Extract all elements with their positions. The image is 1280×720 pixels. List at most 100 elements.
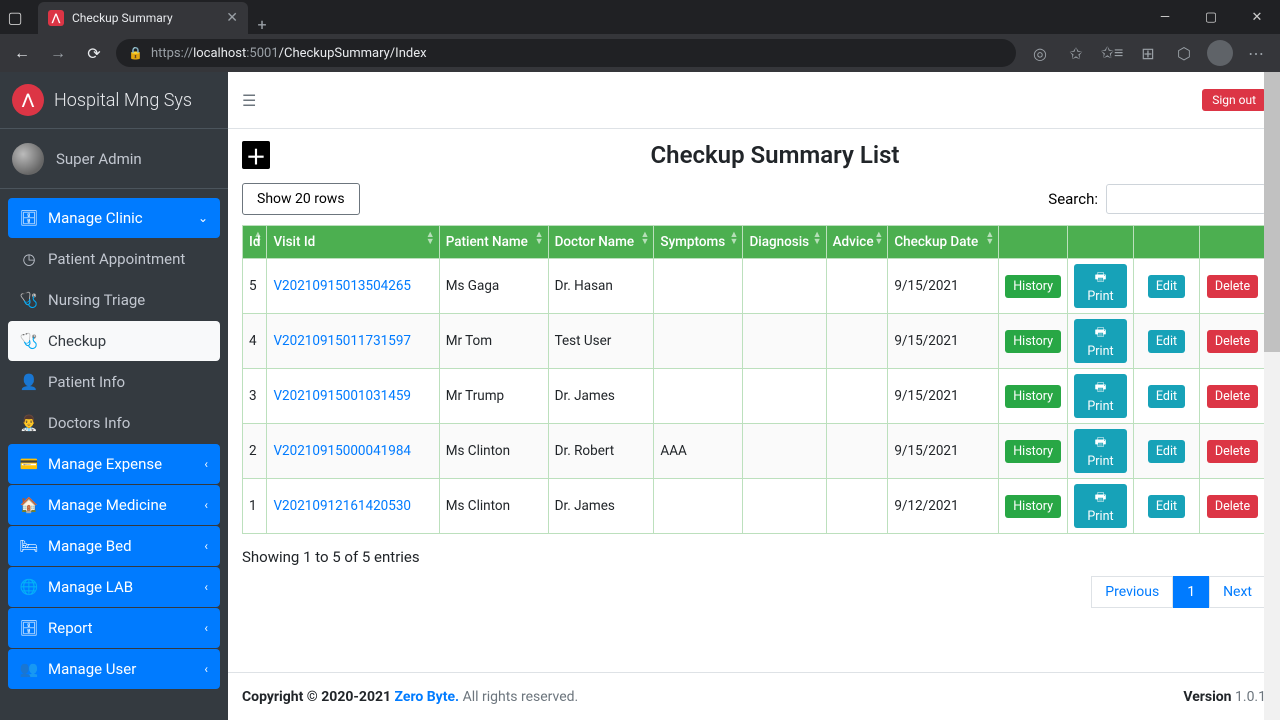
add-button[interactable]: ＋ — [242, 141, 270, 169]
cell-advice — [826, 424, 888, 479]
history-button[interactable]: History — [1005, 275, 1061, 298]
edit-button[interactable]: Edit — [1148, 440, 1185, 463]
column-header[interactable]: Doctor Name▲▼ — [548, 226, 654, 259]
sidebar-item-patient-appointment[interactable]: ◷Patient Appointment — [8, 239, 220, 279]
history-button[interactable]: History — [1005, 495, 1061, 518]
sidebar-item-nursing-triage[interactable]: 🩺Nursing Triage — [8, 280, 220, 320]
back-button[interactable]: ← — [8, 39, 36, 67]
history-button[interactable]: History — [1005, 330, 1061, 353]
menu-icon[interactable]: ⋯ — [1240, 39, 1272, 67]
browser-tab[interactable]: ⋀ Checkup Summary ✕ — [38, 2, 248, 34]
print-button[interactable]: 🖶Print — [1074, 319, 1127, 363]
print-button[interactable]: 🖶Print — [1074, 429, 1127, 473]
sidebar-item-doctors-info[interactable]: 👨‍⚕️Doctors Info — [8, 403, 220, 443]
tab-expand-icon[interactable]: ▢ — [0, 0, 30, 34]
delete-button[interactable]: Delete — [1207, 275, 1258, 298]
hamburger-icon[interactable]: ☰ — [242, 91, 256, 110]
footer-copyright-suffix: All rights reserved. — [463, 689, 579, 705]
minimize-button[interactable]: — — [1142, 0, 1188, 34]
print-button[interactable]: 🖶Print — [1074, 484, 1127, 528]
nav-label: Manage Medicine — [48, 496, 167, 514]
cell-symptoms — [654, 479, 743, 534]
visit-id-link[interactable]: V20210915013504265 — [273, 278, 411, 294]
cell-patient: Mr Tom — [439, 314, 548, 369]
address-bar[interactable]: 🔒 https://localhost:5001/CheckupSummary/… — [116, 39, 1016, 67]
reload-button[interactable]: ⟳ — [80, 39, 108, 67]
delete-button[interactable]: Delete — [1207, 495, 1258, 518]
column-header[interactable]: Id▲▼ — [243, 226, 267, 259]
delete-button[interactable]: Delete — [1207, 385, 1258, 408]
maximize-button[interactable]: ▢ — [1188, 0, 1234, 34]
column-header[interactable] — [1134, 226, 1200, 259]
table-row: 4V20210915011731597Mr TomTest User9/15/2… — [243, 314, 1266, 369]
collections-icon[interactable]: ⊞ — [1132, 39, 1164, 67]
sidebar-item-checkup[interactable]: 🩺Checkup — [8, 321, 220, 361]
column-header[interactable] — [999, 226, 1068, 259]
cell-symptoms — [654, 314, 743, 369]
forward-button[interactable]: → — [44, 39, 72, 67]
cell-date: 9/15/2021 — [888, 424, 999, 479]
location-icon[interactable]: ◎ — [1024, 39, 1056, 67]
visit-id-link[interactable]: V20210915001031459 — [273, 388, 411, 404]
column-header[interactable]: Symptoms▲▼ — [654, 226, 743, 259]
show-rows-button[interactable]: Show 20 rows — [242, 183, 360, 215]
sidebar-item-manage-user[interactable]: 👥Manage User‹ — [8, 649, 220, 689]
print-button[interactable]: 🖶Print — [1074, 264, 1127, 308]
cell-doctor: Dr. Robert — [548, 424, 654, 479]
sidebar-item-manage-expense[interactable]: 💳Manage Expense‹ — [8, 444, 220, 484]
sidebar-item-report[interactable]: 🗄Report‹ — [8, 608, 220, 648]
sidebar-item-manage-lab[interactable]: 🌐Manage LAB‹ — [8, 567, 220, 607]
column-header[interactable] — [1200, 226, 1266, 259]
footer-company-link[interactable]: Zero Byte. — [395, 689, 460, 705]
brand[interactable]: ⋀ Hospital Mng Sys — [0, 72, 228, 129]
pagination-prev[interactable]: Previous — [1091, 576, 1173, 608]
pagination-page-1[interactable]: 1 — [1173, 576, 1209, 608]
edit-button[interactable]: Edit — [1148, 275, 1185, 298]
column-header[interactable] — [1068, 226, 1134, 259]
table-row: 2V20210915000041984Ms ClintonDr. RobertA… — [243, 424, 1266, 479]
column-header[interactable]: Visit Id▲▼ — [267, 226, 439, 259]
visit-id-link[interactable]: V20210912161420530 — [273, 498, 411, 514]
column-header[interactable]: Checkup Date▲▼ — [888, 226, 999, 259]
browser-toolbar: ← → ⟳ 🔒 https://localhost:5001/CheckupSu… — [0, 34, 1280, 72]
new-tab-button[interactable]: + — [248, 15, 276, 34]
extensions-icon[interactable]: ⬡ — [1168, 39, 1200, 67]
pagination-next[interactable]: Next — [1209, 576, 1266, 608]
nav-label: Manage LAB — [48, 578, 133, 596]
print-button[interactable]: 🖶Print — [1074, 374, 1127, 418]
column-header[interactable]: Patient Name▲▼ — [439, 226, 548, 259]
history-button[interactable]: History — [1005, 385, 1061, 408]
main-header: ☰ Sign out — [228, 72, 1280, 129]
edit-button[interactable]: Edit — [1148, 495, 1185, 518]
profile-avatar[interactable] — [1204, 39, 1236, 67]
history-button[interactable]: History — [1005, 440, 1061, 463]
edit-button[interactable]: Edit — [1148, 330, 1185, 353]
close-window-button[interactable]: ✕ — [1234, 0, 1280, 34]
cell-symptoms — [654, 259, 743, 314]
sidebar-item-manage-clinic[interactable]: 🗄Manage Clinic⌄ — [8, 198, 220, 238]
sidebar-item-patient-info[interactable]: 👤Patient Info — [8, 362, 220, 402]
visit-id-link[interactable]: V20210915000041984 — [273, 443, 411, 459]
favorites-icon[interactable]: ✩≡ — [1096, 39, 1128, 67]
user-panel[interactable]: Super Admin — [0, 129, 228, 189]
column-header[interactable]: Advice▲▼ — [826, 226, 888, 259]
delete-button[interactable]: Delete — [1207, 330, 1258, 353]
tab-close-icon[interactable]: ✕ — [226, 10, 238, 26]
sidebar-item-manage-medicine[interactable]: 🏠Manage Medicine‹ — [8, 485, 220, 525]
search-input[interactable] — [1106, 184, 1266, 214]
sidebar-item-manage-bed[interactable]: 🛏Manage Bed‹ — [8, 526, 220, 566]
delete-button[interactable]: Delete — [1207, 440, 1258, 463]
cell-id: 2 — [243, 424, 267, 479]
table-row: 5V20210915013504265Ms GagaDr. Hasan9/15/… — [243, 259, 1266, 314]
footer: Copyright © 2020-2021 Zero Byte. All rig… — [228, 672, 1280, 720]
cell-date: 9/15/2021 — [888, 369, 999, 424]
visit-id-link[interactable]: V20210915011731597 — [273, 333, 411, 349]
scrollbar[interactable] — [1264, 72, 1280, 720]
column-header[interactable]: Diagnosis▲▼ — [743, 226, 826, 259]
content: ＋ Checkup Summary List Show 20 rows Sear… — [228, 129, 1280, 672]
nav-label: Manage Bed — [48, 537, 132, 555]
signout-button[interactable]: Sign out — [1202, 89, 1266, 111]
star-icon[interactable]: ✩ — [1060, 39, 1092, 67]
chevron-icon: ‹ — [204, 498, 208, 512]
edit-button[interactable]: Edit — [1148, 385, 1185, 408]
